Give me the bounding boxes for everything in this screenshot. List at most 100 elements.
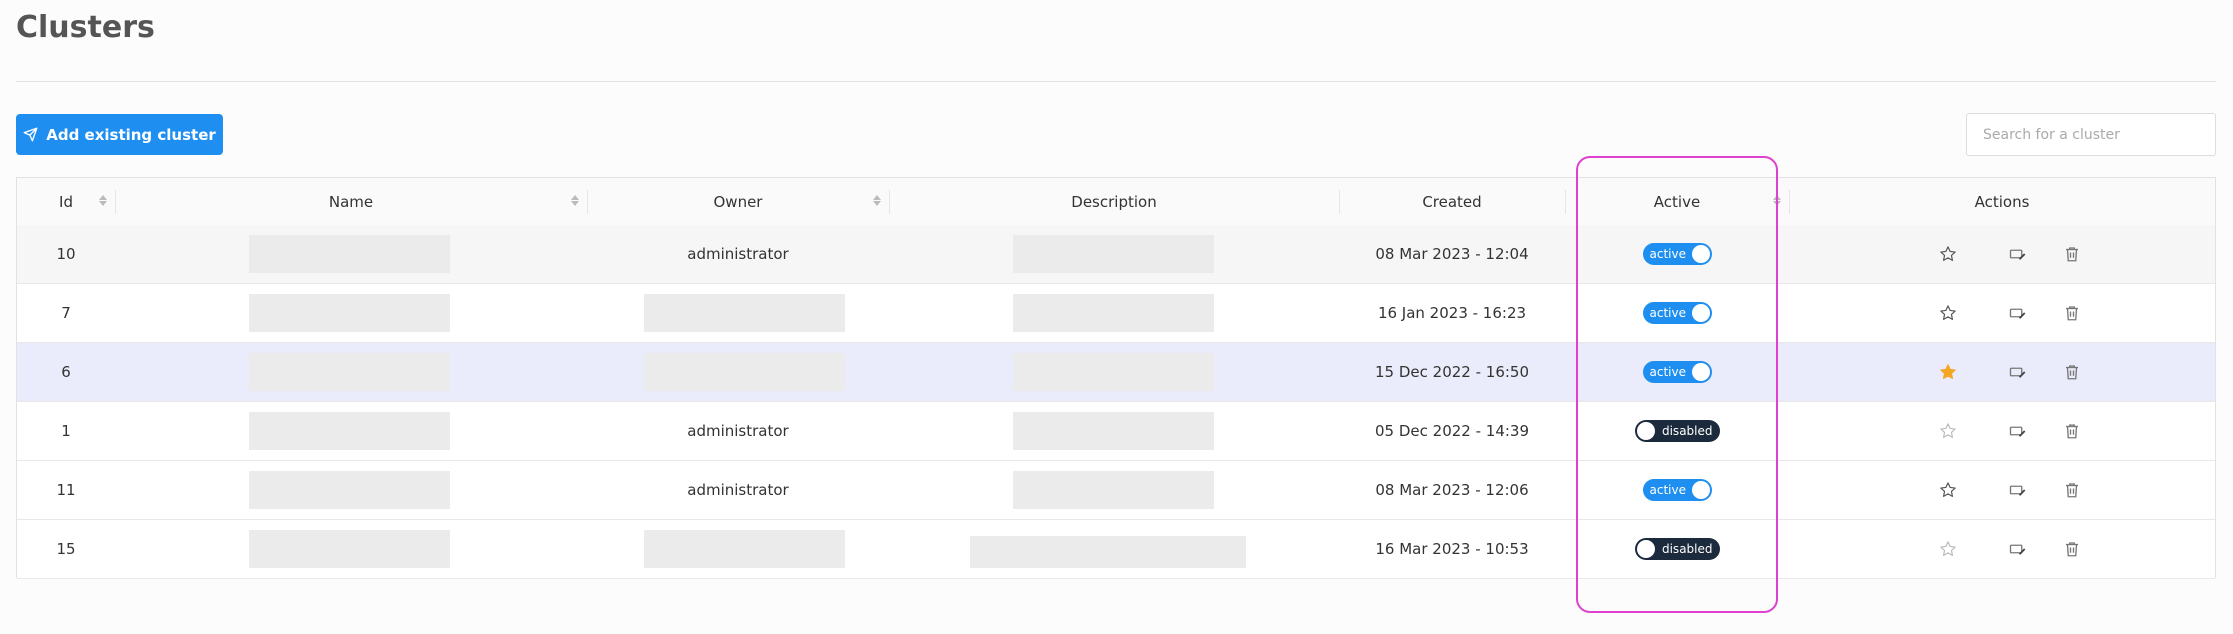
toggle-knob [1691,245,1710,263]
edit-icon[interactable] [2006,478,2030,502]
add-existing-cluster-label: Add existing cluster [46,125,216,144]
cell-active: active [1565,284,1789,342]
edit-icon[interactable] [2006,537,2030,561]
column-header-actions: Actions [1789,178,2215,225]
cell-name-redacted [249,530,450,568]
favorite-star-icon[interactable] [1936,537,1960,561]
cell-active: disabled [1565,520,1789,578]
cell-id: 7 [61,304,71,322]
cell-description-redacted [970,536,1246,568]
cell-created: 08 Mar 2023 - 12:06 [1375,481,1529,499]
cell-owner-redacted [644,530,845,568]
column-header-active[interactable]: Active [1565,178,1789,225]
column-header-owner[interactable]: Owner [587,178,889,225]
column-header-id-label: Id [59,192,73,211]
delete-icon[interactable] [2060,419,2084,443]
edit-icon[interactable] [2006,360,2030,384]
active-toggle-label: disabled [1661,542,1713,556]
cell-created: 08 Mar 2023 - 12:04 [1375,245,1529,263]
add-existing-cluster-button[interactable]: Add existing cluster [16,114,223,155]
toggle-knob [1636,422,1655,440]
table-header: Id Name Owner Description Created Active… [17,178,2215,226]
column-header-active-label: Active [1653,192,1701,211]
column-header-description-label: Description [1071,192,1157,211]
column-header-created-label: Created [1422,192,1482,211]
favorite-star-icon[interactable] [1936,242,1960,266]
cell-active: active [1565,343,1789,401]
column-header-actions-label: Actions [1974,192,2030,211]
column-header-name[interactable]: Name [115,178,587,225]
table-row[interactable]: 11 administrator 08 Mar 2023 - 12:06 active [17,461,2215,520]
column-header-name-label: Name [328,192,374,211]
cell-name-redacted [249,353,450,391]
cell-description-redacted [1013,294,1214,332]
favorite-star-icon[interactable] [1936,478,1960,502]
sort-icon [99,194,107,207]
active-toggle-label: active [1649,306,1686,320]
delete-icon[interactable] [2060,478,2084,502]
cell-id: 11 [56,481,76,499]
cell-active: disabled [1565,402,1789,460]
toggle-knob [1691,304,1710,322]
active-toggle-label: disabled [1661,424,1713,438]
cell-id: 1 [61,422,71,440]
table-row[interactable]: 10 administrator 08 Mar 2023 - 12:04 active [17,225,2215,284]
cell-name-redacted [249,294,450,332]
favorite-star-icon[interactable] [1936,301,1960,325]
search-input[interactable] [1966,113,2216,156]
delete-icon[interactable] [2060,301,2084,325]
active-toggle[interactable]: disabled [1634,420,1720,442]
column-header-description: Description [889,178,1339,225]
cell-description-redacted [1013,235,1214,273]
cell-id: 10 [56,245,76,263]
cell-active: active [1565,225,1789,283]
toggle-knob [1691,481,1710,499]
cell-owner: administrator [687,481,789,499]
edit-icon[interactable] [2006,419,2030,443]
column-header-created: Created [1339,178,1565,225]
toggle-knob [1636,540,1655,558]
active-toggle-label: active [1649,247,1686,261]
favorite-star-icon[interactable] [1936,360,1960,384]
cell-created: 16 Mar 2023 - 10:53 [1375,540,1529,558]
active-toggle[interactable]: active [1642,361,1712,383]
table-row[interactable]: 6 15 Dec 2022 - 16:50 active [17,343,2215,402]
cell-name-redacted [249,412,450,450]
edit-icon[interactable] [2006,242,2030,266]
table-row[interactable]: 7 16 Jan 2023 - 16:23 active [17,284,2215,343]
active-toggle[interactable]: active [1642,302,1712,324]
cell-description-redacted [1013,412,1214,450]
table-row[interactable]: 1 administrator 05 Dec 2022 - 14:39 disable… [17,402,2215,461]
active-toggle[interactable]: active [1642,479,1712,501]
cell-id: 15 [56,540,76,558]
favorite-star-icon[interactable] [1936,419,1960,443]
delete-icon[interactable] [2060,242,2084,266]
cell-owner: administrator [687,245,789,263]
column-header-id[interactable]: Id [17,178,115,225]
cell-description-redacted [1013,353,1214,391]
header-divider [16,81,2216,82]
cell-owner-redacted [644,294,845,332]
delete-icon[interactable] [2060,537,2084,561]
sort-icon [1773,194,1781,207]
cell-created: 16 Jan 2023 - 16:23 [1377,304,1527,322]
cell-name-redacted [249,235,450,273]
column-header-owner-label: Owner [713,192,763,211]
active-toggle-label: active [1649,483,1686,497]
cell-description-redacted [1013,471,1214,509]
cell-owner: administrator [687,422,789,440]
toggle-knob [1691,363,1710,381]
active-toggle[interactable]: disabled [1634,538,1720,560]
cell-created: 05 Dec 2022 - 14:39 [1375,422,1529,440]
send-icon [23,127,38,142]
delete-icon[interactable] [2060,360,2084,384]
active-toggle-label: active [1649,365,1686,379]
edit-icon[interactable] [2006,301,2030,325]
cell-active: active [1565,461,1789,519]
cell-name-redacted [249,471,450,509]
sort-icon [571,194,579,207]
cell-created: 15 Dec 2022 - 16:50 [1375,363,1529,381]
active-toggle[interactable]: active [1642,243,1712,265]
cell-id: 6 [61,363,71,381]
table-row[interactable]: 15 16 Mar 2023 - 10:53 disabled [17,520,2215,579]
